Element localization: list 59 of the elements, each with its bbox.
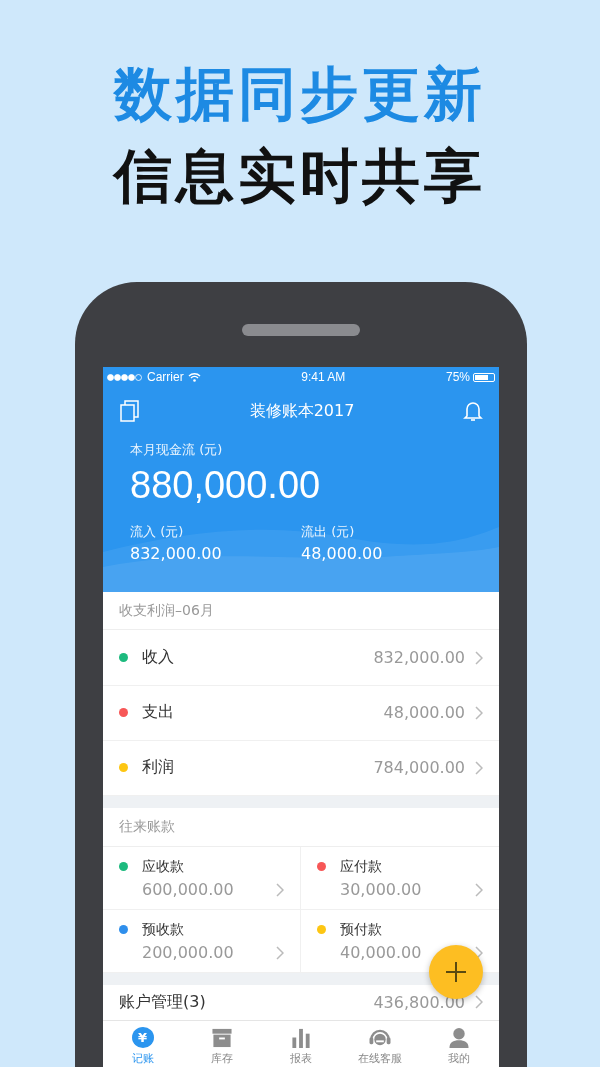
headline: 数据同步更新	[114, 60, 486, 128]
profit-row[interactable]: 收入 832,000.00	[103, 630, 499, 686]
chevron-icon	[475, 760, 483, 775]
chevron-icon	[475, 882, 483, 897]
cell-amount: 30,000.00	[340, 880, 423, 899]
headset-icon	[368, 1027, 393, 1048]
documents-icon[interactable]	[119, 400, 141, 422]
row-label: 利润	[142, 757, 175, 779]
row-label: 账户管理(3)	[119, 991, 207, 1013]
chevron-icon	[475, 995, 483, 1010]
bar-chart-icon	[291, 1027, 311, 1048]
person-icon	[448, 1027, 471, 1048]
cell-label: 预付款	[340, 920, 383, 939]
account-cell[interactable]: 预收款 200,000.00	[103, 909, 301, 973]
chevron-icon	[475, 705, 483, 720]
section-title: 往来账款	[103, 808, 499, 847]
outflow-amount: 48,000.00	[301, 544, 384, 563]
battery-icon	[473, 372, 495, 382]
tab[interactable]: 我的	[419, 1021, 499, 1067]
yen-icon: ¥	[131, 1027, 154, 1048]
profit-row[interactable]: 支出 48,000.00	[103, 685, 499, 741]
cell-amount: 600,000.00	[142, 880, 235, 899]
row-amount: 832,000.00	[373, 648, 465, 668]
signal-icon	[107, 373, 143, 381]
box-icon	[210, 1027, 233, 1048]
cell-amount: 200,000.00	[142, 943, 235, 962]
ledger-title: 装修账本2017	[249, 400, 355, 422]
cell-amount: 40,000.00	[340, 943, 423, 962]
cell-label: 应付款	[340, 857, 383, 876]
headline: 信息实时共享	[114, 142, 486, 210]
cashflow-label: 本月现金流 (元)	[130, 441, 224, 459]
chevron-icon	[475, 945, 483, 960]
row-amount: 48,000.00	[383, 703, 465, 723]
wifi-icon	[187, 372, 201, 382]
plus-icon	[446, 962, 466, 982]
battery-percent: 75%	[445, 370, 470, 384]
account-cell[interactable]: 应付款 30,000.00	[301, 846, 499, 910]
cell-label: 预收款	[142, 920, 185, 939]
account-cell[interactable]: 应收款 600,000.00	[103, 846, 301, 910]
outflow-label: 流出 (元)	[301, 523, 356, 541]
cashflow-amount: 880,000.00	[130, 463, 322, 508]
tab[interactable]: 在线客服	[340, 1021, 420, 1067]
row-label: 支出	[142, 702, 175, 724]
row-amount: 436,800.00	[373, 992, 465, 1012]
chevron-icon	[475, 650, 483, 665]
account-management-row[interactable]: 账户管理(3) 436,800.00	[103, 984, 499, 1020]
chevron-icon	[276, 882, 284, 897]
row-amount: 784,000.00	[373, 758, 465, 778]
section-title: 收支利润–06月	[103, 592, 499, 631]
chevron-icon	[276, 945, 284, 960]
status-time: 9:41 AM	[301, 370, 346, 384]
tab[interactable]: 库存	[182, 1021, 262, 1067]
row-label: 收入	[142, 647, 175, 669]
tab[interactable]: 报表	[261, 1021, 341, 1067]
inflow-amount: 832,000.00	[130, 544, 223, 563]
carrier-label: Carrier	[147, 370, 184, 384]
cell-label: 应收款	[142, 857, 185, 876]
bell-icon[interactable]	[463, 400, 483, 422]
inflow-label: 流入 (元)	[130, 523, 185, 541]
